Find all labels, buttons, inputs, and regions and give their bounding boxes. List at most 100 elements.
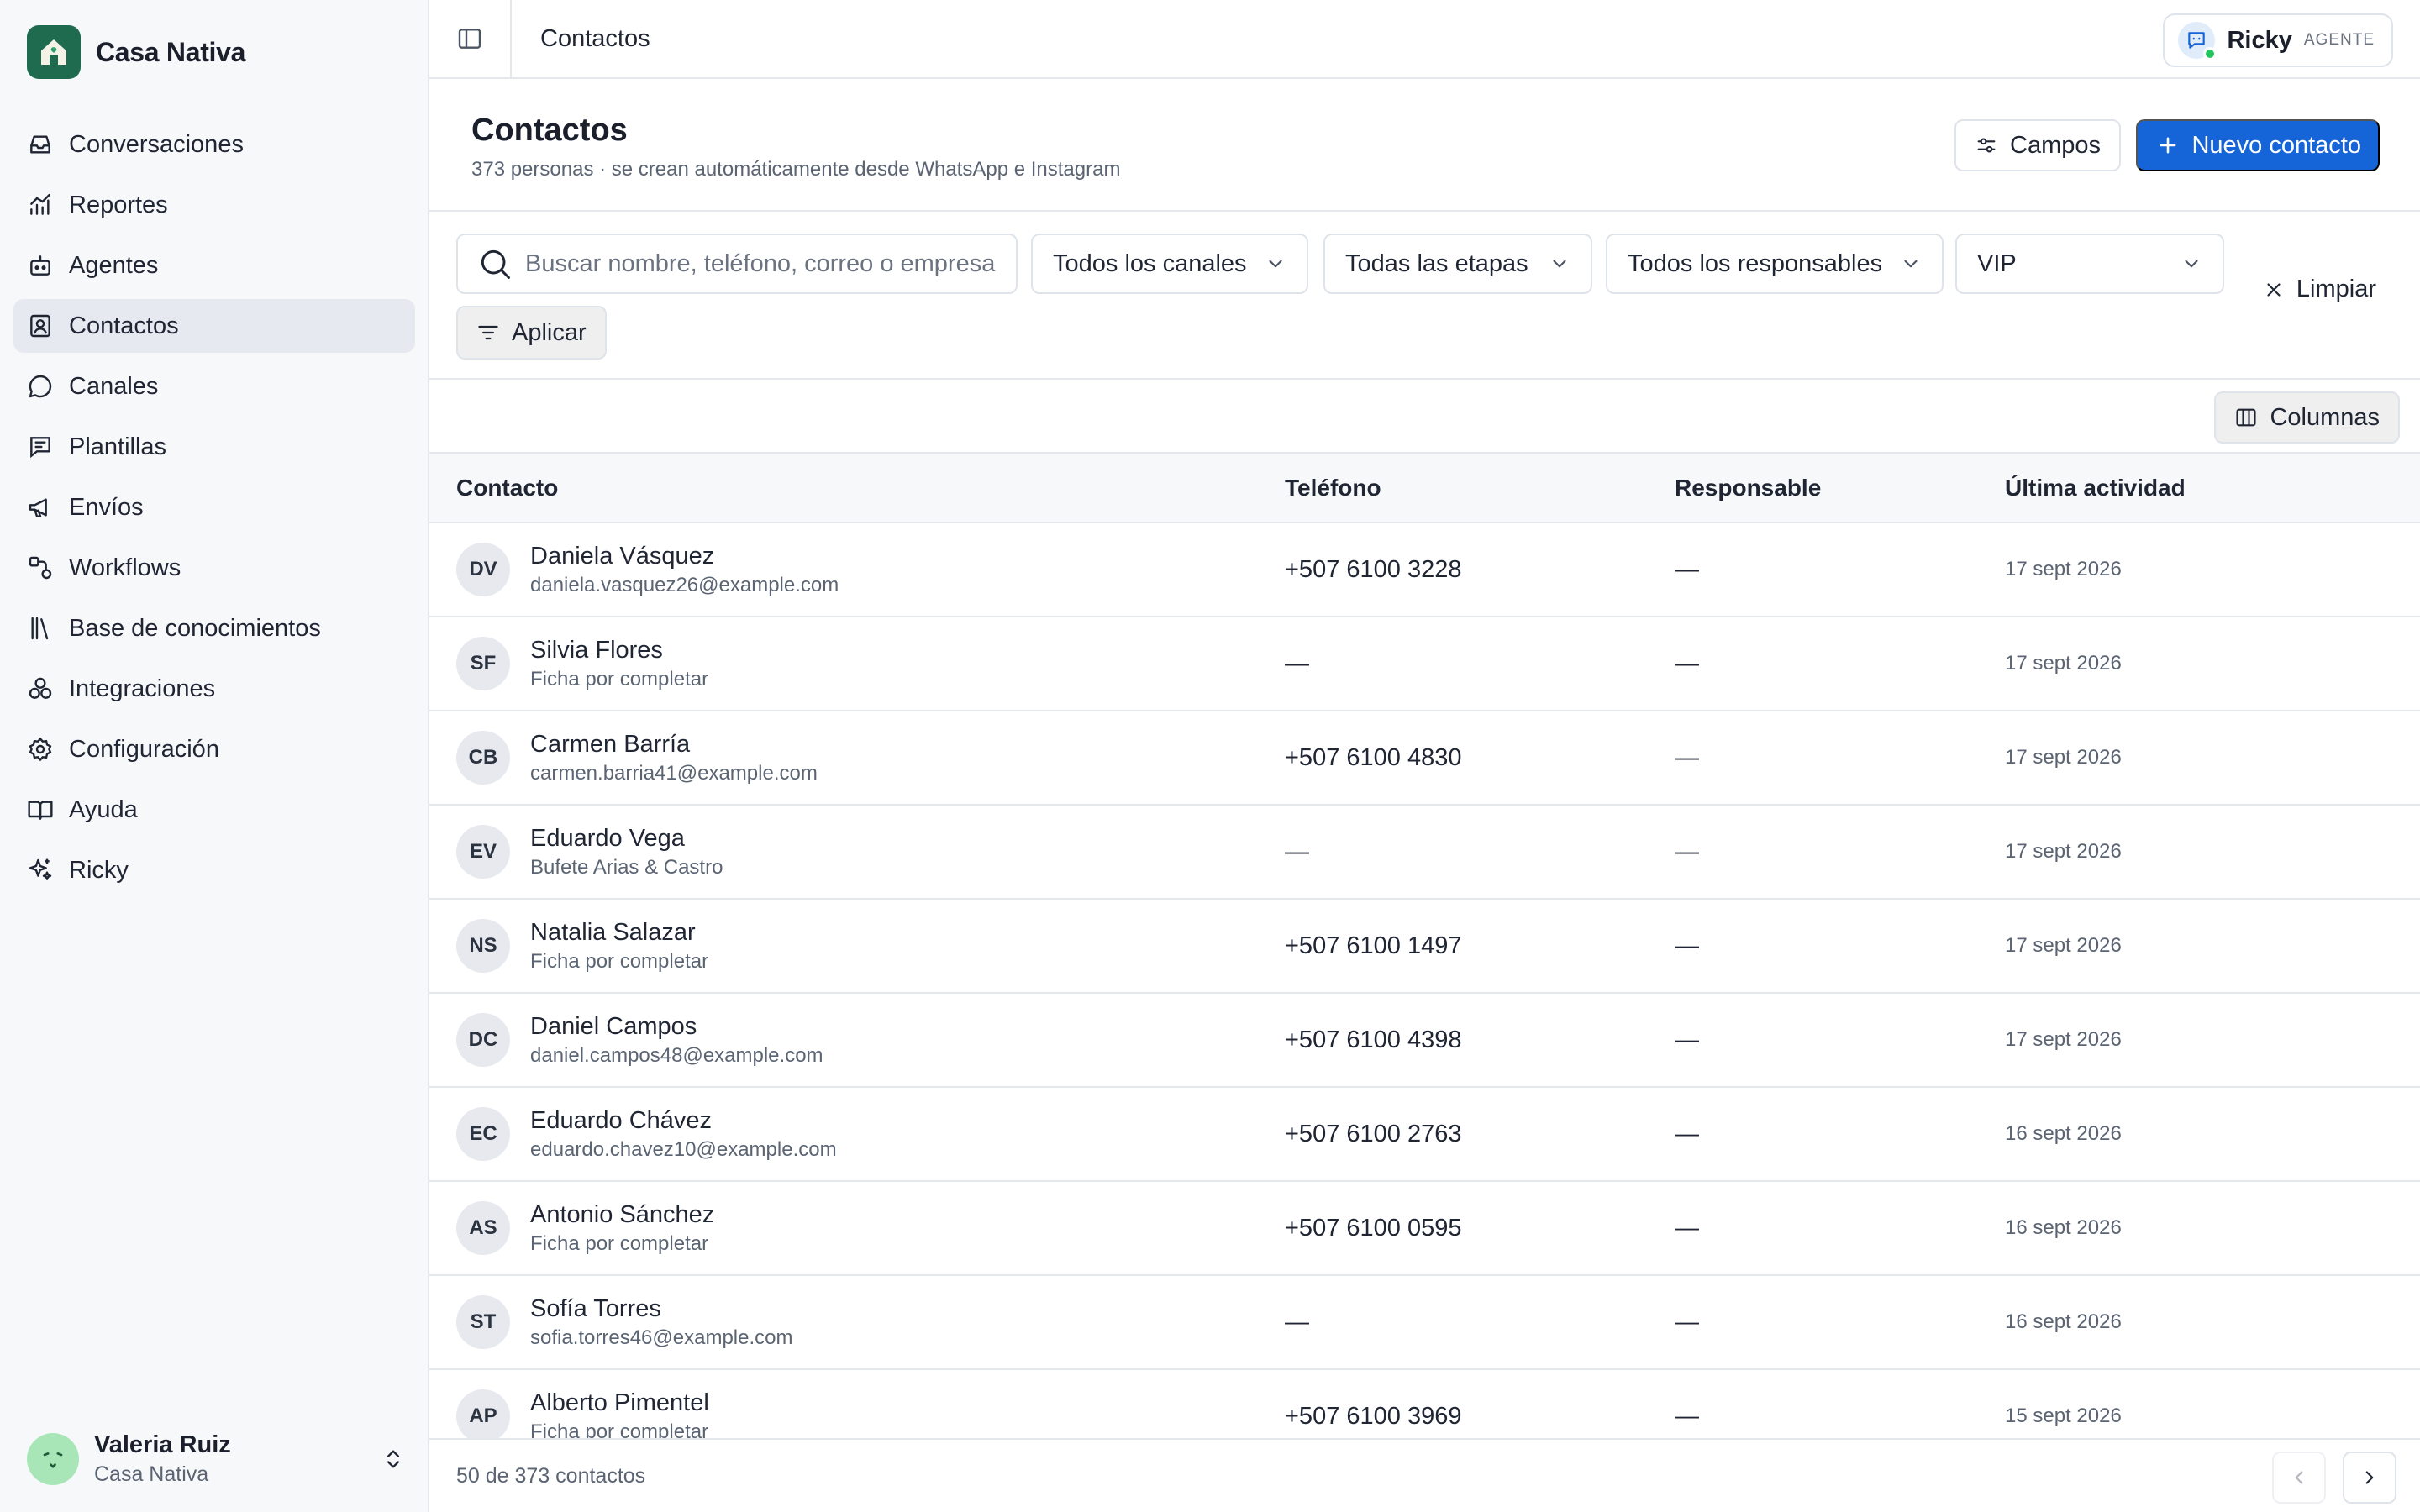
nav-label: Plantillas	[69, 433, 167, 460]
user-menu[interactable]: Valeria Ruiz Casa Nativa	[27, 1431, 405, 1487]
nuevo-contacto-button[interactable]: Nuevo contacto	[2136, 119, 2380, 171]
etapas-select[interactable]: Todas las etapas	[1323, 234, 1592, 294]
limpiar-button[interactable]: Limpiar	[2263, 276, 2376, 303]
nav-item-ricky[interactable]: Ricky	[13, 843, 415, 897]
owner-cell: —	[1675, 649, 1699, 677]
nav-item-base-conocimientos[interactable]: Base de conocimientos	[13, 601, 415, 655]
contact-detail: Ficha por completar	[530, 667, 709, 690]
contact-name[interactable]: Daniel Campos	[530, 1013, 823, 1041]
agent-tag: AGENTE	[2303, 31, 2375, 49]
contact-name[interactable]: Daniela Vásquez	[530, 543, 839, 570]
contact-name[interactable]: Silvia Flores	[530, 637, 708, 664]
phone-cell: —	[1285, 1308, 1309, 1336]
contact-name[interactable]: Eduardo Vega	[530, 825, 723, 853]
search-box[interactable]	[456, 234, 1018, 294]
column-header-ultima-actividad[interactable]: Última actividad	[2005, 454, 2420, 523]
nav-item-agentes[interactable]: Agentes	[13, 239, 415, 292]
contact-cell: NS Natalia Salazar Ficha por completar	[429, 899, 1285, 993]
owner-cell: —	[1675, 1308, 1699, 1336]
contact-name[interactable]: Antonio Sánchez	[530, 1201, 714, 1229]
contact-avatar: NS	[456, 919, 510, 973]
nav-label: Reportes	[69, 191, 168, 218]
last-activity-cell: 17 sept 2026	[2005, 558, 2122, 580]
nav-item-conversaciones[interactable]: Conversaciones	[13, 118, 415, 171]
segmento-select[interactable]: VIP	[1955, 234, 2224, 294]
campos-label: Campos	[2010, 131, 2101, 159]
prev-page-button[interactable]	[2272, 1452, 2326, 1504]
contact-name[interactable]: Carmen Barría	[530, 731, 818, 759]
table-row[interactable]: AS Antonio Sánchez Ficha por completar +…	[429, 1181, 2420, 1275]
aplicar-button[interactable]: Aplicar	[456, 306, 607, 360]
topbar: Contactos Ricky AGENTE	[429, 0, 2420, 79]
nav-item-envios[interactable]: Envíos	[13, 480, 415, 534]
column-header-telefono[interactable]: Teléfono	[1285, 454, 1675, 523]
phone-cell: +507 6100 4830	[1285, 743, 1462, 771]
owner-cell: —	[1675, 837, 1699, 865]
table-row[interactable]: DC Daniel Campos daniel.campos48@example…	[429, 993, 2420, 1087]
table-row[interactable]: CB Carmen Barría carmen.barria41@example…	[429, 711, 2420, 805]
contact-name[interactable]: Alberto Pimentel	[530, 1389, 709, 1417]
search-input[interactable]	[525, 249, 1013, 278]
main-content: Contactos Ricky AGENTE Contactos 373 per…	[429, 0, 2420, 1512]
chevron-right-icon	[2359, 1467, 2381, 1488]
nav-item-canales[interactable]: Canales	[13, 360, 415, 413]
next-page-button[interactable]	[2343, 1452, 2396, 1504]
table-row[interactable]: NS Natalia Salazar Ficha por completar +…	[429, 899, 2420, 993]
inbox-icon	[27, 131, 54, 158]
nav-item-contactos[interactable]: Contactos	[13, 299, 415, 353]
nav-label: Envíos	[69, 493, 144, 521]
owner-cell: —	[1675, 932, 1699, 959]
table-row[interactable]: SF Silvia Flores Ficha por completar — —…	[429, 617, 2420, 711]
phone-cell: +507 6100 0595	[1285, 1214, 1462, 1242]
column-header-responsable[interactable]: Responsable	[1675, 454, 2005, 523]
contact-avatar: CB	[456, 731, 510, 785]
sidebar: Casa Nativa Conversaciones Reportes Agen…	[0, 0, 429, 1512]
nav-item-reportes[interactable]: Reportes	[13, 178, 415, 232]
contact-avatar: EV	[456, 825, 510, 879]
contact-name[interactable]: Eduardo Chávez	[530, 1107, 837, 1135]
canales-select[interactable]: Todos los canales	[1031, 234, 1308, 294]
last-activity-cell: 17 sept 2026	[2005, 652, 2122, 675]
sidebar-toggle-button[interactable]	[429, 0, 512, 78]
brand-name: Casa Nativa	[96, 36, 246, 67]
table-row[interactable]: EC Eduardo Chávez eduardo.chavez10@examp…	[429, 1087, 2420, 1181]
owner-cell: —	[1675, 555, 1699, 583]
contact-name[interactable]: Natalia Salazar	[530, 919, 708, 947]
nav-item-plantillas[interactable]: Plantillas	[13, 420, 415, 474]
campos-button[interactable]: Campos	[1954, 119, 2121, 171]
agent-chip[interactable]: Ricky AGENTE	[2163, 13, 2393, 67]
nav-item-ayuda[interactable]: Ayuda	[13, 783, 415, 837]
contact-cell: DC Daniel Campos daniel.campos48@example…	[429, 993, 1285, 1087]
workflow-icon	[27, 554, 54, 581]
contact-name[interactable]: Sofía Torres	[530, 1295, 793, 1323]
phone-cell: +507 6100 4398	[1285, 1026, 1462, 1053]
contact-avatar: DC	[456, 1013, 510, 1067]
column-header-contacto[interactable]: Contacto	[429, 454, 1285, 523]
last-activity-cell: 17 sept 2026	[2005, 934, 2122, 957]
chevron-down-icon	[2181, 253, 2202, 275]
nav-item-workflows[interactable]: Workflows	[13, 541, 415, 595]
etapas-value: Todas las etapas	[1345, 249, 1528, 277]
nav-item-integraciones[interactable]: Integraciones	[13, 662, 415, 716]
integrations-icon	[27, 675, 54, 702]
gear-icon	[27, 736, 54, 763]
contact-detail: eduardo.chavez10@example.com	[530, 1137, 837, 1161]
nav-label: Agentes	[69, 251, 159, 279]
nuevo-contacto-label: Nuevo contacto	[2191, 131, 2361, 159]
table-row[interactable]: DV Daniela Vásquez daniela.vasquez26@exa…	[429, 522, 2420, 617]
table-row[interactable]: EV Eduardo Vega Bufete Arias & Castro — …	[429, 805, 2420, 899]
user-name: Valeria Ruiz	[94, 1431, 231, 1458]
avatar	[27, 1433, 79, 1485]
columnas-button[interactable]: Columnas	[2214, 391, 2400, 444]
nav-item-configuracion[interactable]: Configuración	[13, 722, 415, 776]
table-row[interactable]: ST Sofía Torres sofia.torres46@example.c…	[429, 1275, 2420, 1369]
nav-label: Base de conocimientos	[69, 614, 321, 642]
contact-detail: Bufete Arias & Castro	[530, 855, 723, 879]
page-header: Contactos 373 personas · se crean automá…	[429, 79, 2420, 212]
contacts-icon	[27, 312, 54, 339]
brand[interactable]: Casa Nativa	[27, 25, 245, 79]
responsables-select[interactable]: Todos los responsables	[1606, 234, 1944, 294]
chevron-down-icon	[1265, 253, 1286, 275]
segmento-value: VIP	[1977, 249, 2017, 277]
contact-detail: daniela.vasquez26@example.com	[530, 573, 839, 596]
